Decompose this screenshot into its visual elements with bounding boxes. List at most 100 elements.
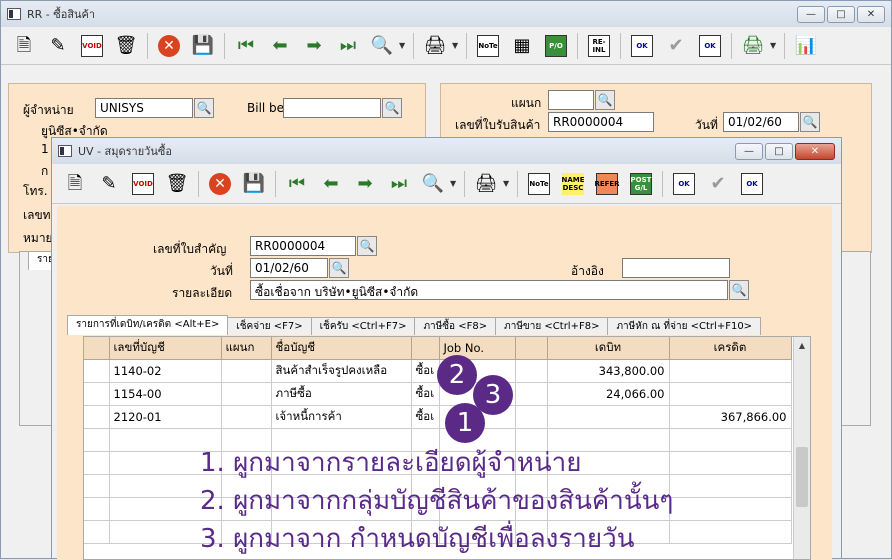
- front-close-button[interactable]: ✕: [795, 142, 835, 160]
- ok-doc-icon[interactable]: OK: [735, 169, 769, 199]
- list-icon[interactable]: ▦: [505, 31, 539, 61]
- receipt-input[interactable]: RR0000004: [548, 112, 654, 132]
- debit-cell[interactable]: [547, 405, 670, 429]
- tab-debit-credit[interactable]: รายการที่เดบิท/เครดิต <Alt+E>: [67, 315, 229, 335]
- refer-icon[interactable]: REFER: [590, 169, 624, 199]
- next-record-icon[interactable]: ➡: [297, 31, 331, 61]
- approve-icon[interactable]: OK: [667, 169, 701, 199]
- date-input[interactable]: 01/02/60: [250, 258, 328, 278]
- tab-withholding-tax[interactable]: ภาษีหัก ณ ที่จ่าย <Ctrl+F10>: [607, 317, 762, 335]
- vendor-lookup-icon[interactable]: 🔍: [194, 98, 214, 118]
- date-picker-icon[interactable]: 🔍: [329, 258, 349, 278]
- blank-header[interactable]: [515, 337, 548, 360]
- doc-no-input[interactable]: RR0000004: [250, 236, 356, 256]
- tab-purchase-tax[interactable]: ภาษีซื้อ <F8>: [414, 317, 497, 335]
- dept-cell[interactable]: [221, 382, 272, 406]
- back-window-titlebar[interactable]: RR - ซื้อสินค้า — □ ✕: [1, 1, 891, 27]
- new-icon[interactable]: 🗎: [7, 31, 41, 61]
- last-record-icon[interactable]: ⏭: [382, 169, 416, 199]
- front-maximize-button[interactable]: □: [765, 142, 793, 160]
- edit-icon[interactable]: ✎: [92, 169, 126, 199]
- bill-input[interactable]: [283, 98, 381, 118]
- account-no-cell[interactable]: 1140-02: [109, 359, 222, 383]
- print-icon[interactable]: 🖨: [418, 31, 452, 61]
- prev-record-icon[interactable]: ⬅: [314, 169, 348, 199]
- front-window-titlebar[interactable]: UV - สมุดรายวันซื้อ — □ ✕: [52, 138, 841, 164]
- approve-icon[interactable]: OK: [625, 31, 659, 61]
- last-record-icon[interactable]: ⏭: [331, 31, 365, 61]
- account-no-cell[interactable]: 2120-01: [109, 405, 222, 429]
- table-row[interactable]: 2120-01 เจ้าหนี้การค้า ซื้อเ 367,866.00: [84, 405, 792, 429]
- tab-checks-received[interactable]: เช็ครับ <Ctrl+F7>: [310, 317, 416, 335]
- credit-header[interactable]: เครดิต: [669, 337, 792, 360]
- cancel-icon[interactable]: ✕: [203, 169, 237, 199]
- debit-cell[interactable]: 343,800.00: [547, 359, 670, 383]
- void-icon[interactable]: VOID: [75, 31, 109, 61]
- first-record-icon[interactable]: ⏮: [280, 169, 314, 199]
- po-icon[interactable]: P/O: [539, 31, 573, 61]
- desc-lookup-icon[interactable]: 🔍: [729, 280, 749, 300]
- save-icon[interactable]: 💾: [237, 169, 271, 199]
- unapprove-icon[interactable]: ✔: [659, 31, 693, 61]
- prev-record-icon[interactable]: ⬅: [263, 31, 297, 61]
- tax-icon[interactable]: 🖨: [736, 31, 770, 61]
- cancel-icon[interactable]: ✕: [152, 31, 186, 61]
- maximize-button[interactable]: □: [827, 5, 855, 23]
- debit-cell[interactable]: 24,066.00: [547, 382, 670, 406]
- minimize-button[interactable]: —: [797, 5, 825, 23]
- credit-cell[interactable]: [669, 359, 792, 383]
- note-icon[interactable]: NoTe: [522, 169, 556, 199]
- credit-cell[interactable]: 367,866.00: [669, 405, 792, 429]
- scroll-up-icon[interactable]: ▲: [794, 337, 810, 354]
- search-icon[interactable]: 🔍: [365, 31, 399, 61]
- account-name-header[interactable]: ชื่อบัญชี: [271, 337, 412, 360]
- trash-icon[interactable]: 🗑: [109, 31, 143, 61]
- dept-header[interactable]: แผนก: [221, 337, 272, 360]
- dept-lookup-icon[interactable]: 🔍: [595, 90, 615, 110]
- dept-input[interactable]: [548, 90, 594, 110]
- receipt-date-input[interactable]: 01/02/60: [723, 112, 799, 132]
- extra-cell[interactable]: ซื้อเ: [411, 359, 440, 383]
- close-button[interactable]: ✕: [857, 5, 885, 23]
- name-desc-icon[interactable]: NAME DESC: [556, 169, 590, 199]
- post-gl-icon[interactable]: POST G/L: [624, 169, 658, 199]
- trash-icon[interactable]: 🗑: [160, 169, 194, 199]
- desc-input[interactable]: ซื้อเชื่อจาก บริษัท•ยูนิซีส•จำกัด: [250, 280, 728, 300]
- bill-lookup-icon[interactable]: 🔍: [382, 98, 402, 118]
- search-dropdown-icon[interactable]: ▼: [399, 41, 409, 50]
- account-name-cell[interactable]: ภาษีซื้อ: [271, 382, 412, 406]
- extra-cell[interactable]: ซื้อเ: [411, 405, 440, 429]
- account-name-cell[interactable]: เจ้าหนี้การค้า: [271, 405, 412, 429]
- tax-dropdown-icon[interactable]: ▼: [770, 41, 780, 50]
- extra-cell[interactable]: ซื้อเ: [411, 382, 440, 406]
- ref-input[interactable]: [622, 258, 730, 278]
- search-dropdown-icon[interactable]: ▼: [450, 179, 460, 188]
- debit-header[interactable]: เดบิท: [547, 337, 670, 360]
- account-no-header[interactable]: เลขที่บัญชี: [109, 337, 222, 360]
- extra-header[interactable]: [411, 337, 440, 360]
- search-icon[interactable]: 🔍: [416, 169, 450, 199]
- scroll-thumb[interactable]: [796, 447, 808, 507]
- print-dropdown-icon[interactable]: ▼: [452, 41, 462, 50]
- credit-cell[interactable]: [669, 382, 792, 406]
- next-record-icon[interactable]: ➡: [348, 169, 382, 199]
- front-minimize-button[interactable]: —: [735, 142, 763, 160]
- first-record-icon[interactable]: ⏮: [229, 31, 263, 61]
- calculator-icon[interactable]: 📊: [789, 31, 823, 61]
- grid-scrollbar[interactable]: ▲: [793, 337, 810, 559]
- note-icon[interactable]: NoTe: [471, 31, 505, 61]
- account-name-cell[interactable]: สินค้าสำเร็จรูปคงเหลือ: [271, 359, 412, 383]
- tab-checks-paid[interactable]: เช็คจ่าย <F7>: [227, 317, 312, 335]
- doc-no-lookup-icon[interactable]: 🔍: [357, 236, 377, 256]
- save-icon[interactable]: 💾: [186, 31, 220, 61]
- ok-doc-icon[interactable]: OK: [693, 31, 727, 61]
- resend-icon[interactable]: RE-INL: [582, 31, 616, 61]
- new-icon[interactable]: 🗎: [58, 169, 92, 199]
- receipt-date-picker-icon[interactable]: 🔍: [800, 112, 820, 132]
- dept-cell[interactable]: [221, 359, 272, 383]
- edit-icon[interactable]: ✎: [41, 31, 75, 61]
- dept-cell[interactable]: [221, 405, 272, 429]
- table-row[interactable]: 1154-00 ภาษีซื้อ ซื้อเ 24,066.00: [84, 382, 792, 406]
- print-dropdown-icon[interactable]: ▼: [503, 179, 513, 188]
- tab-sales-tax[interactable]: ภาษีขาย <Ctrl+F8>: [495, 317, 609, 335]
